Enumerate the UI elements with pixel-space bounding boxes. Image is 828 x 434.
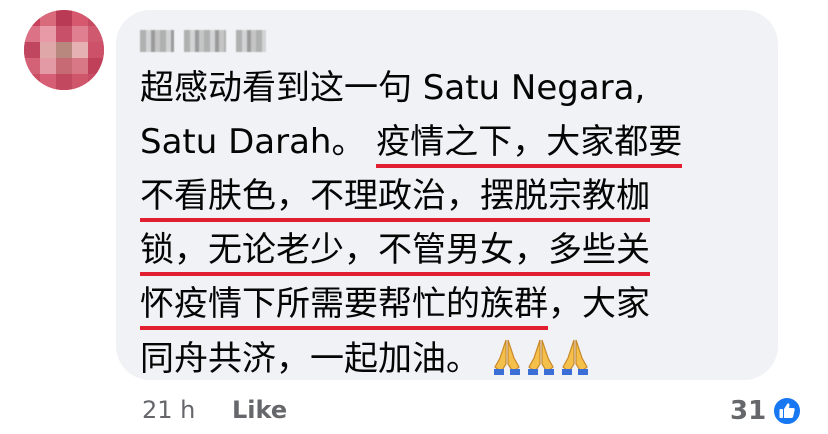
reaction-count[interactable]: 31 <box>730 396 766 426</box>
avatar[interactable] <box>24 10 104 90</box>
redacted-name-block <box>184 30 226 52</box>
folded-hands-icon <box>561 339 588 375</box>
redacted-name-block <box>236 30 266 52</box>
highlighted-text: 疫情之下，大家都要 <box>376 122 683 168</box>
comment-line: 超感动看到这一句 Satu Negara, <box>140 68 646 108</box>
comment-line: 不看肤色，不理政治，摆脱宗教枷 <box>140 174 770 228</box>
like-button[interactable]: Like <box>232 396 287 424</box>
highlighted-text: 怀疫情下所需要帮忙的族群 <box>140 284 548 330</box>
comment-line: 锁，无论老少，不管男女，多些关 <box>140 228 770 282</box>
comment-text: 超感动看到这一句 Satu Negara, Satu Darah。 疫情之下，大… <box>140 66 770 390</box>
comment-line: 同舟共济，一起加油。 <box>140 336 770 390</box>
comment-line: 怀疫情下所需要帮忙的族群，大家 <box>140 282 770 336</box>
thumbs-up-icon[interactable] <box>772 396 802 426</box>
comment-line: Satu Darah。 疫情之下，大家都要 <box>140 120 770 174</box>
highlighted-text: 锁，无论老少，不管男女，多些关 <box>140 230 650 276</box>
comment-footer: 21 h Like 31 <box>0 394 828 430</box>
redacted-name-block <box>140 30 174 52</box>
folded-hands-icon <box>527 339 554 375</box>
highlighted-text: 不看肤色，不理政治，摆脱宗教枷 <box>140 176 650 222</box>
comment-timestamp[interactable]: 21 h <box>142 396 195 424</box>
comment-author-name[interactable] <box>140 28 266 54</box>
folded-hands-icon <box>493 339 520 375</box>
